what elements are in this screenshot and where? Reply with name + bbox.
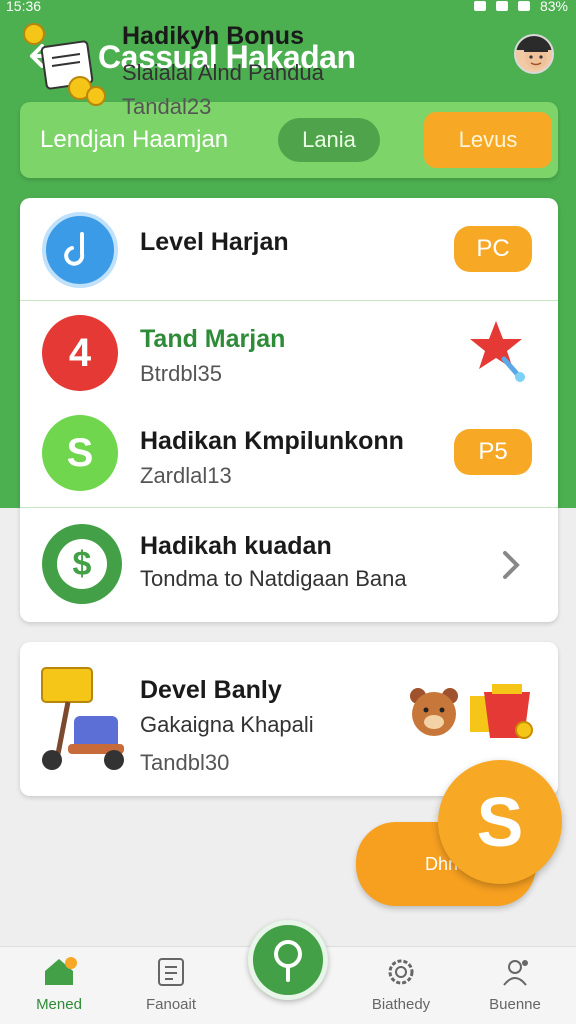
home-icon <box>45 957 77 985</box>
pin-icon <box>274 940 302 982</box>
list-item-subtitle: Zardlal13 <box>140 463 232 488</box>
nav-item-profile[interactable]: Buenne <box>460 957 570 1013</box>
dollar-s-icon: S <box>42 415 118 491</box>
bear-icon <box>410 688 458 736</box>
list-item-title: Tand Marjan <box>140 325 286 353</box>
list-item-title: Level Harjan <box>140 228 289 256</box>
list-item[interactable]: $ Hadikah kuadan Tondma to Natdigaan Ban… <box>20 508 558 622</box>
daily-meta: Tandbl30 <box>140 750 230 775</box>
battery-icon <box>517 1 530 11</box>
avatar[interactable] <box>514 34 554 74</box>
hook-icon <box>42 212 118 288</box>
nav-label-favorites: Fanoait <box>145 996 197 1013</box>
location-fab-button[interactable] <box>248 920 328 1000</box>
nav-label-home: Mened <box>36 996 82 1013</box>
document-coins-icon <box>23 23 106 106</box>
scooter-icon <box>41 667 124 770</box>
dollar-icon: $ <box>42 524 122 604</box>
list-item[interactable]: 4 Tand Marjan Btrdbl35 <box>20 301 558 403</box>
nav-item-home[interactable]: Mened <box>4 957 114 1013</box>
daily-subtitle: Gakaigna Khapali <box>140 712 314 737</box>
list-item-subtitle: Tondma to Natdigaan Bana <box>140 566 407 591</box>
status-badge: PC <box>454 226 532 272</box>
status-time: 15:36 <box>6 0 42 14</box>
number-icon-text: 4 <box>68 330 92 375</box>
chevron-right-icon[interactable] <box>500 548 522 582</box>
dollar-s-icon-text: S <box>66 430 94 475</box>
list-item-title: Hadikah kuadan <box>140 532 332 560</box>
coin-fab-button[interactable]: S <box>438 760 562 884</box>
nav-item-birthday[interactable]: Biathedy <box>346 957 456 1013</box>
battery-percent: 83% <box>539 0 568 14</box>
list-item[interactable]: Level Harjan PC <box>20 198 558 300</box>
gift-bucket-icon <box>470 684 533 739</box>
gear-icon <box>388 959 414 985</box>
nav-label-profile: Buenne <box>489 996 541 1013</box>
filter-bar: Lendjan Haamjan Lania Levus <box>20 102 558 178</box>
star-icon <box>470 321 525 382</box>
bonus-subtitle: Slaialal Alnd Pandua <box>122 60 324 85</box>
list-item[interactable]: S Hadikan Kmpilunkonn Zardlal13 P5 <box>20 403 558 507</box>
nav-item-favorites[interactable]: Fanoait <box>116 957 226 1013</box>
status-badge: P5 <box>454 429 532 475</box>
filter-label: Lendjan Haamjan <box>40 126 229 153</box>
coin-fab-label: S <box>476 783 524 861</box>
status-bar: 15:36 83% <box>0 0 576 18</box>
list-item-title: Hadikan Kmpilunkonn <box>140 427 404 455</box>
filter-pill-lania[interactable]: Lania <box>278 118 380 162</box>
list-card: Level Harjan PC 4 Tand Marjan Btrdbl35 S… <box>20 198 558 622</box>
user-face-icon <box>516 36 552 69</box>
bonus-title: Hadikyh Bonus <box>122 22 304 50</box>
wifi-icon <box>473 1 486 11</box>
daily-title: Devel Banly <box>140 676 282 704</box>
person-icon <box>503 960 528 986</box>
filter-pill-levus[interactable]: Levus <box>424 112 552 168</box>
number-icon: 4 <box>42 315 118 391</box>
nav-label-birthday: Biathedy <box>371 996 431 1013</box>
signal-icon <box>495 1 508 11</box>
dollar-icon-text: $ <box>57 539 107 589</box>
document-icon <box>158 958 184 986</box>
list-item-subtitle: Btrdbl35 <box>140 361 222 386</box>
bonus-meta: Tandal23 <box>122 94 212 119</box>
